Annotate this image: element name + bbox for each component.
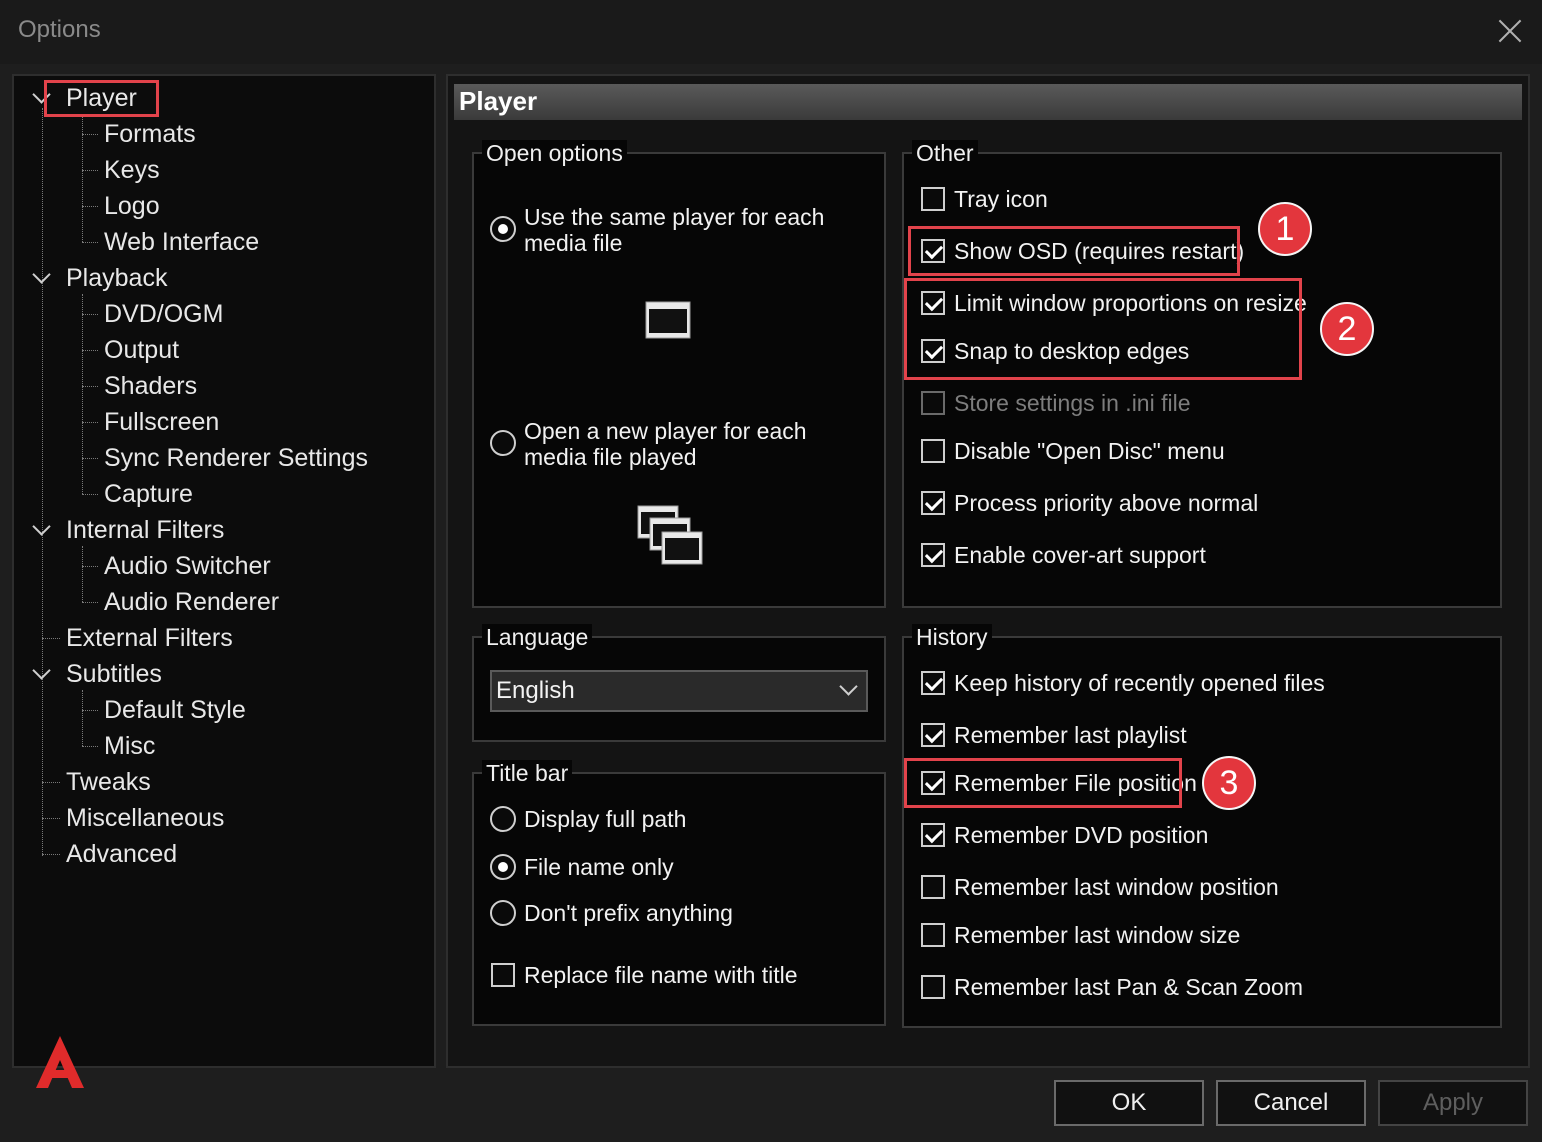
tree-item-internal-filters[interactable]: Internal Filters (66, 516, 224, 545)
remember-playlist-label[interactable]: Remember last playlist (954, 722, 1187, 749)
title-bar-title: Title bar (482, 760, 573, 787)
dont-prefix-radio[interactable] (490, 900, 516, 926)
display-full-path-label[interactable]: Display full path (524, 806, 686, 833)
remember-window-position-label[interactable]: Remember last window position (954, 874, 1279, 901)
annotation-badge-2: 2 (1320, 302, 1374, 356)
remember-pan-scan-checkbox[interactable] (921, 975, 945, 999)
tree-item-keys[interactable]: Keys (104, 156, 160, 185)
process-priority-label[interactable]: Process priority above normal (954, 490, 1258, 517)
tree-guide (82, 294, 83, 494)
highlight-box (904, 278, 1302, 380)
page-header (454, 84, 1522, 120)
new-player-radio[interactable] (490, 430, 516, 456)
disable-open-disc-checkbox[interactable] (921, 439, 945, 463)
highlight-box (908, 226, 1240, 276)
tree-item-tweaks[interactable]: Tweaks (66, 768, 151, 797)
keep-history-checkbox[interactable] (921, 671, 945, 695)
file-name-only-label[interactable]: File name only (524, 854, 674, 881)
window-titlebar (0, 0, 1542, 64)
app-logo-icon (36, 1036, 84, 1088)
remember-window-size-checkbox[interactable] (921, 923, 945, 947)
tree-item-advanced[interactable]: Advanced (66, 840, 177, 869)
tree-item-web-interface[interactable]: Web Interface (104, 228, 259, 257)
tree-item-capture[interactable]: Capture (104, 480, 193, 509)
tree-item-dvd-ogm[interactable]: DVD/OGM (104, 300, 223, 329)
display-full-path-radio[interactable] (490, 806, 516, 832)
single-window-icon (645, 301, 691, 339)
highlight-box (904, 758, 1182, 808)
remember-dvd-position-label[interactable]: Remember DVD position (954, 822, 1208, 849)
tree-guide (42, 108, 43, 856)
ok-button[interactable]: OK (1054, 1080, 1204, 1126)
same-player-label[interactable]: Use the same player for each media file (524, 204, 874, 256)
history-title: History (912, 624, 992, 651)
annotation-badge-3: 3 (1202, 756, 1256, 810)
tree-item-formats[interactable]: Formats (104, 120, 196, 149)
tree-item-miscellaneous[interactable]: Miscellaneous (66, 804, 224, 833)
close-icon[interactable] (1492, 14, 1528, 50)
tree-item-external-filters[interactable]: External Filters (66, 624, 233, 653)
process-priority-checkbox[interactable] (921, 491, 945, 515)
tree-item-audio-switcher[interactable]: Audio Switcher (104, 552, 271, 581)
remember-window-position-checkbox[interactable] (921, 875, 945, 899)
tree-guide (82, 546, 83, 602)
tree-item-audio-renderer[interactable]: Audio Renderer (104, 588, 279, 617)
remember-playlist-checkbox[interactable] (921, 723, 945, 747)
cancel-button[interactable]: Cancel (1216, 1080, 1366, 1126)
new-player-label[interactable]: Open a new player for each media file pl… (524, 418, 874, 470)
keep-history-label[interactable]: Keep history of recently opened files (954, 670, 1325, 697)
language-value: English (496, 677, 575, 704)
store-ini-label: Store settings in .ini file (954, 390, 1191, 416)
tree-item-default-style[interactable]: Default Style (104, 696, 246, 725)
tree-item-fullscreen[interactable]: Fullscreen (104, 408, 219, 437)
store-ini-checkbox (921, 391, 945, 415)
tree-item-shaders[interactable]: Shaders (104, 372, 197, 401)
disable-open-disc-label[interactable]: Disable "Open Disc" menu (954, 438, 1225, 465)
annotation-badge-1: 1 (1258, 202, 1312, 256)
remember-window-size-label[interactable]: Remember last window size (954, 922, 1240, 949)
highlight-box (44, 80, 159, 117)
dont-prefix-label[interactable]: Don't prefix anything (524, 900, 733, 927)
cover-art-checkbox[interactable] (921, 543, 945, 567)
tree-item-logo[interactable]: Logo (104, 192, 160, 221)
window-title: Options (18, 16, 101, 43)
remember-pan-scan-label[interactable]: Remember last Pan & Scan Zoom (954, 974, 1303, 1001)
tree-item-misc[interactable]: Misc (104, 732, 155, 761)
replace-file-name-label[interactable]: Replace file name with title (524, 962, 798, 989)
remember-dvd-position-checkbox[interactable] (921, 823, 945, 847)
language-title: Language (482, 624, 593, 651)
tree-item-output[interactable]: Output (104, 336, 179, 365)
multiple-windows-icon (637, 505, 703, 565)
other-group (902, 152, 1502, 608)
tree-item-subtitles[interactable]: Subtitles (66, 660, 162, 689)
tray-icon-label[interactable]: Tray icon (954, 186, 1048, 213)
tray-icon-checkbox[interactable] (921, 187, 945, 211)
tree-guide (82, 690, 83, 746)
apply-button: Apply (1378, 1080, 1528, 1126)
page-title: Player (459, 86, 538, 116)
replace-file-name-checkbox[interactable] (491, 963, 515, 987)
file-name-only-radio[interactable] (490, 854, 516, 880)
tree-item-sync-renderer-settings[interactable]: Sync Renderer Settings (104, 444, 368, 473)
tree-item-playback[interactable]: Playback (66, 264, 167, 293)
open-options-title: Open options (482, 140, 627, 167)
cover-art-label[interactable]: Enable cover-art support (954, 542, 1206, 569)
same-player-radio[interactable] (490, 216, 516, 242)
other-title: Other (912, 140, 978, 167)
